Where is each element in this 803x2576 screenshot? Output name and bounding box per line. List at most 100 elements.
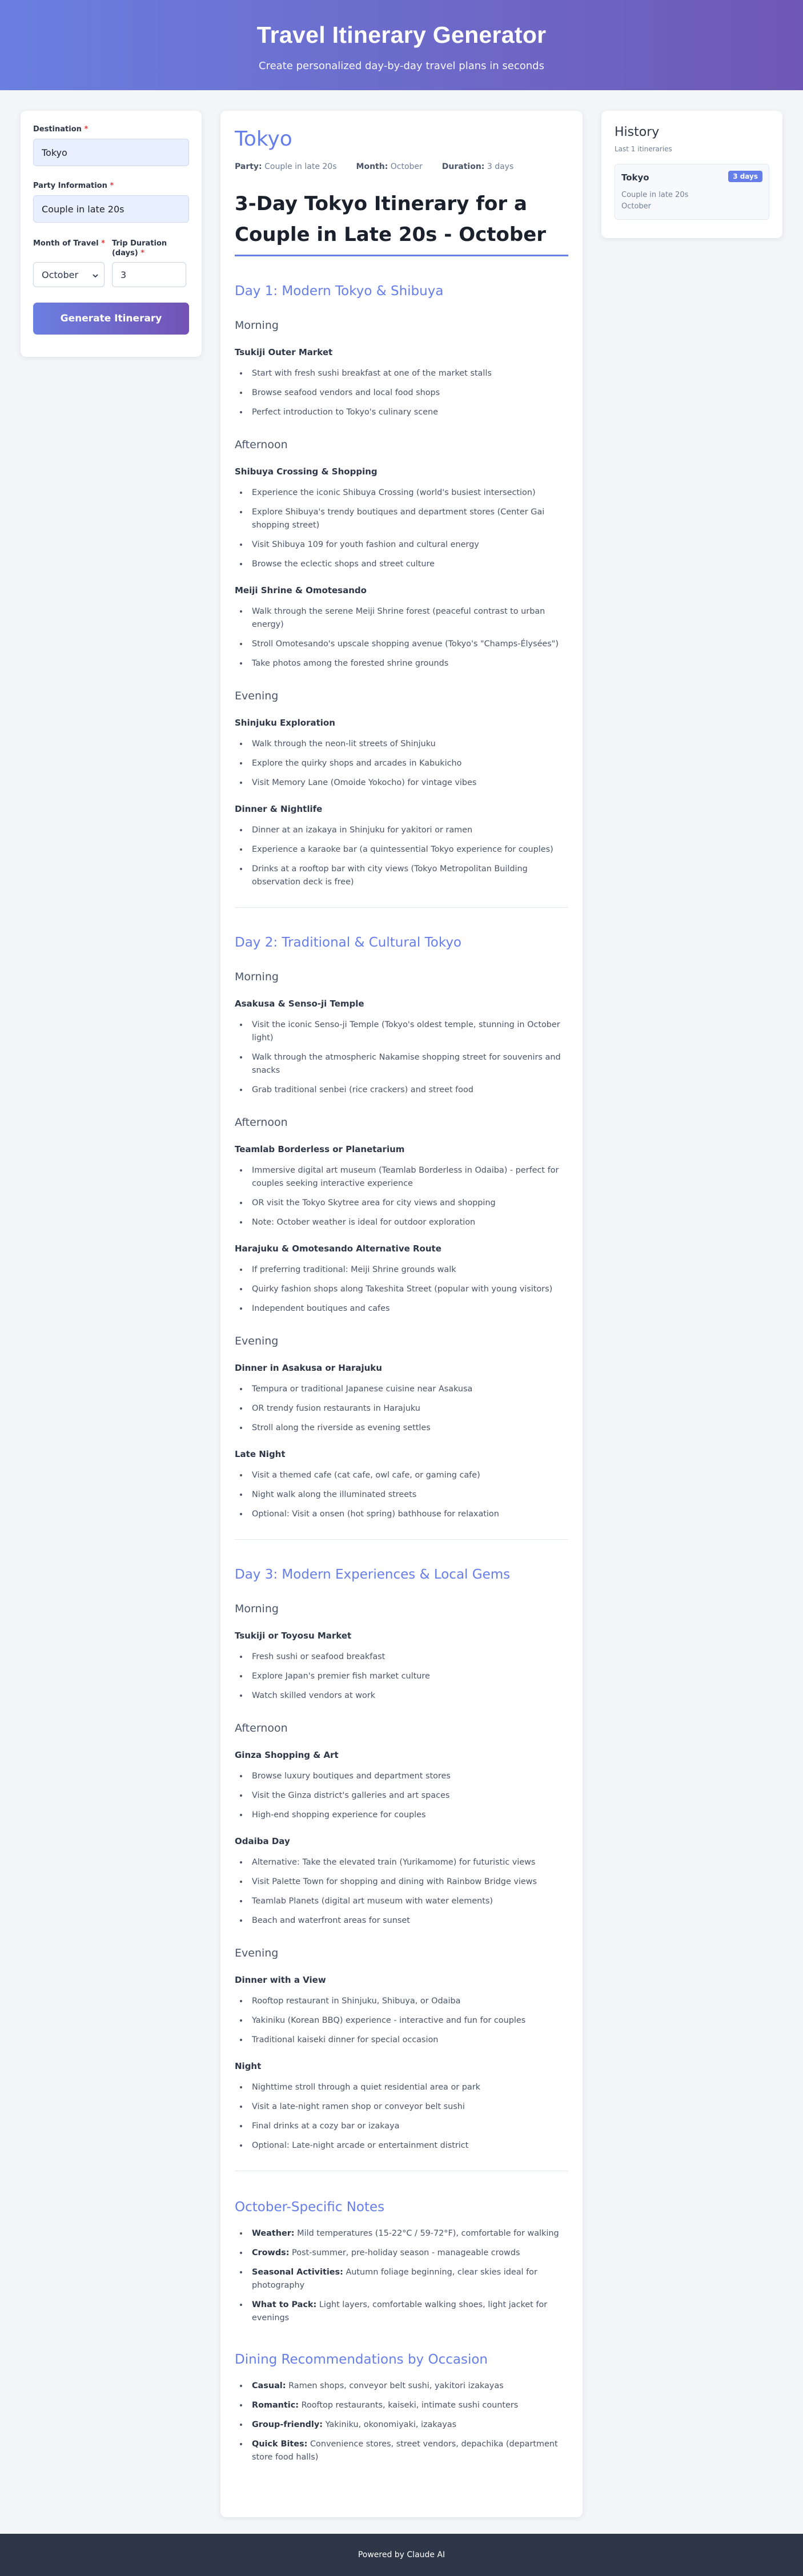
- list-item: Visit a themed cafe (cat cafe, owl cafe,…: [248, 1469, 568, 1482]
- activity-list: Fresh sushi or seafood breakfast Explore …: [235, 1651, 568, 1702]
- day-title: Day 1: Modern Tokyo & Shibuya: [235, 284, 444, 299]
- list-item: Optional: Visit a onsen (hot spring) bat…: [248, 1508, 568, 1521]
- period-title: Morning: [235, 319, 279, 332]
- app-title: Travel Itinerary Generator: [256, 22, 547, 48]
- note-value: Rooftop restaurants, kaiseki, intimate s…: [301, 2401, 519, 2410]
- activity-title: Harajuku & Omotesando Alternative Route: [235, 1243, 441, 1254]
- activity-title: Odaiba Day: [235, 1836, 290, 1846]
- note-key: Seasonal Activities:: [252, 2268, 343, 2277]
- activity-list: Browse luxury boutiques and department s…: [235, 1770, 568, 1822]
- list-item: Alternative: Take the elevated train (Yu…: [248, 1856, 568, 1869]
- list-item: Stroll Omotesando's upscale shopping ave…: [248, 638, 568, 651]
- list-item: Independent boutiques and cafes: [248, 1302, 568, 1315]
- meta-value: 3 days: [487, 162, 514, 171]
- list-item: Teamlab Planets (digital art museum with…: [248, 1895, 568, 1908]
- note-value: Yakiniku, okonomiyaki, izakayas: [325, 2420, 457, 2429]
- meta-key: Month:: [356, 162, 388, 171]
- destination-input[interactable]: [33, 139, 189, 166]
- duration-label: Trip Duration (days) *: [111, 239, 167, 257]
- list-item: Visit Memory Lane (Omoide Yokocho) for v…: [248, 776, 568, 790]
- day-title: Day 2: Traditional & Cultural Tokyo: [235, 935, 461, 950]
- duration-field: Trip Duration (days) * 3: [111, 239, 186, 287]
- activity-list: Nighttime stroll through a quiet residen…: [235, 2081, 568, 2152]
- list-item: Explore Japan's premier fish market cult…: [248, 1670, 568, 1683]
- list-item: Drinks at a rooftop bar with city views …: [248, 863, 568, 889]
- generate-itinerary-button[interactable]: Generate Itinerary: [33, 303, 189, 335]
- activity-title: Late Night: [235, 1449, 286, 1459]
- day-divider: [235, 907, 568, 908]
- list-item: Browse luxury boutiques and department s…: [248, 1770, 568, 1783]
- list-item: OR trendy fusion restaurants in Harajuku: [248, 1402, 568, 1415]
- result-city: Tokyo: [235, 127, 292, 151]
- period-title: Morning: [235, 971, 279, 983]
- day-divider: [235, 1539, 568, 1540]
- list-item: Note: October weather is ideal for outdo…: [248, 1216, 568, 1229]
- list-item: If preferring traditional: Meiji Shrine …: [248, 1263, 568, 1277]
- activity-title: Shinjuku Exploration: [235, 718, 335, 728]
- month-label: Month of Travel *: [33, 239, 105, 248]
- period-title: Morning: [235, 1603, 279, 1615]
- dining-list: Casual: Ramen shops, conveyor belt sushi…: [235, 2380, 568, 2464]
- note-item: Romantic: Rooftop restaurants, kaiseki, …: [248, 2399, 568, 2412]
- activity-list: Walk through the serene Meiji Shrine for…: [235, 605, 568, 670]
- note-key: What to Pack:: [252, 2300, 317, 2309]
- meta-item: Month: October: [356, 162, 423, 171]
- history-item[interactable]: Tokyo 3 days Couple in late 20s October: [615, 164, 769, 220]
- list-item: Optional: Late-night arcade or entertain…: [248, 2139, 568, 2152]
- activity-list: Rooftop restaurant in Shinjuku, Shibuya,…: [235, 1995, 568, 2047]
- note-value: Ramen shops, conveyor belt sushi, yakito…: [288, 2381, 504, 2390]
- party-input[interactable]: [33, 195, 189, 223]
- note-key: Crowds:: [252, 2248, 290, 2257]
- activity-title: Ginza Shopping & Art: [235, 1750, 339, 1760]
- day-title: Day 3: Modern Experiences & Local Gems: [235, 1567, 511, 1582]
- days-container: Day 1: Modern Tokyo & Shibuya Morning Tsuk…: [235, 283, 568, 2171]
- activity-title: Asakusa & Senso-ji Temple: [235, 999, 364, 1009]
- activity-title: Meiji Shrine & Omotesando: [235, 585, 367, 595]
- note-item: Crowds: Post-summer, pre-holiday season …: [248, 2247, 568, 2260]
- list-item: Walk through the neon-lit streets of Shi…: [248, 738, 568, 751]
- list-item: Night walk along the illuminated streets: [248, 1488, 568, 1502]
- list-item: Beach and waterfront areas for sunset: [248, 1914, 568, 1927]
- list-item: Visit the iconic Senso-ji Temple (Tokyo'…: [248, 1019, 568, 1045]
- list-item: Walk through the atmospheric Nakamise sh…: [248, 1051, 568, 1077]
- meta-key: Party:: [235, 162, 262, 171]
- list-item: Yakiniku (Korean BBQ) experience - inter…: [248, 2014, 568, 2027]
- list-item: Dinner at an izakaya in Shinjuku for yak…: [248, 824, 568, 837]
- list-item: Traditional kaiseki dinner for special o…: [248, 2034, 568, 2047]
- note-item: Quick Bites: Convenience stores, street …: [248, 2438, 568, 2464]
- period-title: Afternoon: [235, 438, 288, 451]
- month-select[interactable]: October: [33, 262, 105, 287]
- activity-list: If preferring traditional: Meiji Shrine …: [235, 1263, 568, 1315]
- activity-title: Tsukiji Outer Market: [235, 347, 333, 357]
- activity-title: Dinner & Nightlife: [235, 804, 323, 814]
- activity-title: Tsukiji or Toyosu Market: [235, 1631, 352, 1641]
- page-header: Travel Itinerary Generator Create person…: [0, 0, 803, 90]
- page-footer: Powered by Claude AI: [0, 2534, 803, 2576]
- history-subtitle: Last 1 itineraries: [615, 145, 672, 153]
- meta-item: Duration: 3 days: [442, 162, 513, 171]
- list-item: Perfect introduction to Tokyo's culinary…: [248, 406, 568, 419]
- period-title: Evening: [235, 1335, 279, 1347]
- activity-list: Experience the iconic Shibuya Crossing (…: [235, 486, 568, 571]
- activity-title: Teamlab Borderless or Planetarium: [235, 1144, 405, 1154]
- october-notes-title: October-Specific Notes: [235, 2200, 385, 2215]
- note-value: Post-summer, pre-holiday season - manage…: [292, 2248, 520, 2257]
- note-key: Quick Bites:: [252, 2440, 308, 2449]
- period-title: Afternoon: [235, 1722, 288, 1734]
- history-title: History: [615, 125, 660, 139]
- month-selected-value: October: [42, 269, 79, 280]
- meta-value: Couple in late 20s: [264, 162, 337, 171]
- list-item: Rooftop restaurant in Shinjuku, Shibuya,…: [248, 1995, 568, 2008]
- duration-badge: 3 days: [728, 171, 762, 182]
- note-key: Romantic:: [252, 2401, 299, 2410]
- list-item: Fresh sushi or seafood breakfast: [248, 1651, 568, 1664]
- list-item: Browse seafood vendors and local food sh…: [248, 387, 568, 400]
- note-item: Seasonal Activities: Autumn foliage begi…: [248, 2266, 568, 2292]
- activity-list: Walk through the neon-lit streets of Shi…: [235, 738, 568, 790]
- duration-input[interactable]: 3: [111, 262, 186, 287]
- meta-key: Duration:: [441, 162, 485, 171]
- activity-list: Dinner at an izakaya in Shinjuku for yak…: [235, 824, 568, 889]
- list-item: Visit a late-night ramen shop or conveyo…: [248, 2100, 568, 2114]
- list-item: Final drinks at a cozy bar or izakaya: [248, 2120, 568, 2133]
- list-item: Explore the quirky shops and arcades in …: [248, 757, 568, 770]
